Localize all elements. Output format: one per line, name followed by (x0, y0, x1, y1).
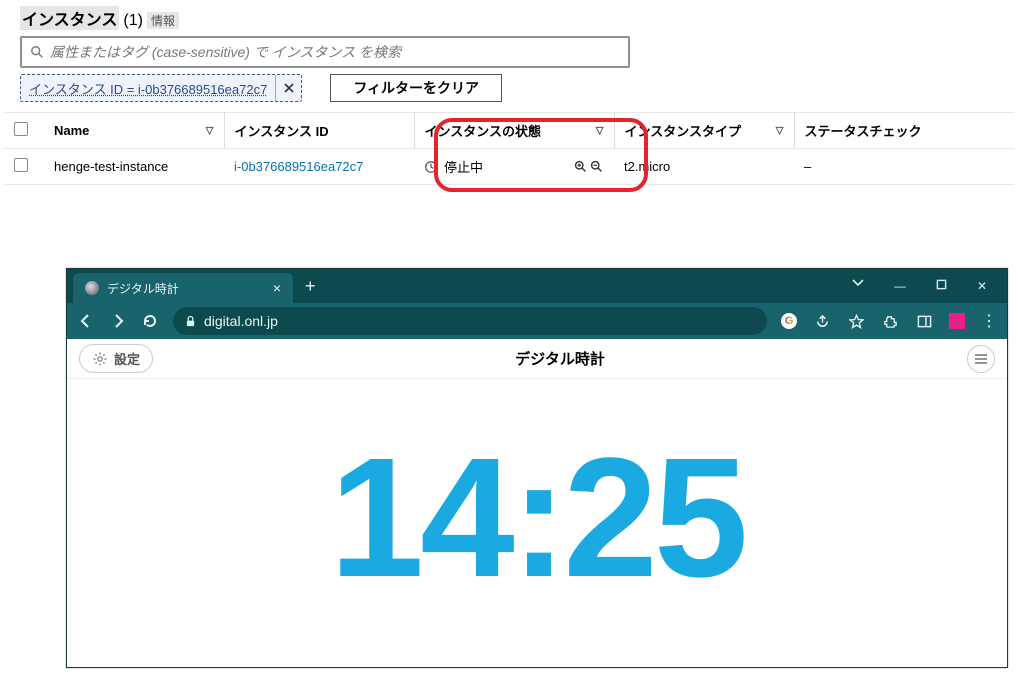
page-toolbar: 設定 デジタル時計 (67, 339, 1007, 379)
search-box[interactable] (20, 36, 630, 68)
col-instance-id[interactable]: インスタンス ID (235, 124, 329, 139)
address-bar: digital.onl.jp G ⋮ (67, 303, 1007, 339)
clock-display: 14:25 (67, 379, 1007, 657)
bookmark-star-icon[interactable] (847, 312, 865, 330)
maximize-button[interactable] (936, 279, 947, 293)
settings-button[interactable]: 設定 (79, 344, 153, 373)
menu-button[interactable]: ⋮ (981, 311, 997, 331)
instances-table: Name ▽ インスタンス ID インスタンスの状態 ▽ インスタンスタイプ ▽ ステ… (4, 112, 1014, 185)
search-input[interactable] (50, 44, 620, 60)
url-bar[interactable]: digital.onl.jp (173, 307, 767, 335)
lock-icon (185, 315, 196, 328)
new-tab-button[interactable]: + (293, 276, 328, 297)
tab-bar: デジタル時計 × + — ✕ (67, 269, 1007, 303)
hamburger-menu-button[interactable] (967, 345, 995, 373)
sort-caret-icon[interactable]: ▽ (596, 125, 604, 136)
extensions-icon[interactable] (881, 312, 899, 330)
aws-console-panel: インスタンス (1) 情報 インスタンス ID = i-0b376689516e… (0, 0, 1018, 185)
back-button[interactable] (77, 312, 95, 330)
filter-chip[interactable]: インスタンス ID = i-0b376689516ea72c7 (20, 74, 302, 102)
remove-filter-button[interactable] (275, 75, 301, 101)
clock-icon (424, 160, 438, 174)
row-checkbox[interactable] (14, 158, 28, 172)
sort-caret-icon[interactable]: ▽ (776, 125, 784, 136)
page-title: インスタンス (20, 6, 119, 30)
cell-type: t2.micro (614, 149, 794, 185)
url-text: digital.onl.jp (204, 313, 278, 329)
browser-tab[interactable]: デジタル時計 × (73, 273, 293, 303)
page-heading: デジタル時計 (153, 348, 967, 369)
settings-label: 設定 (114, 349, 140, 368)
col-name[interactable]: Name (54, 123, 89, 138)
sidepanel-icon[interactable] (915, 312, 933, 330)
google-icon[interactable]: G (781, 313, 797, 329)
sort-caret-icon[interactable]: ▽ (206, 125, 214, 136)
clock-time: 14:25 (330, 420, 745, 616)
favicon-icon (85, 281, 99, 295)
reload-button[interactable] (141, 312, 159, 330)
cell-state: 停止中 (444, 157, 483, 176)
filter-chip-text: インスタンス ID = i-0b376689516ea72c7 (21, 79, 275, 98)
table-row[interactable]: henge-test-instance i-0b376689516ea72c7 … (4, 149, 1014, 185)
instance-count: (1) (123, 12, 143, 30)
forward-button[interactable] (109, 312, 127, 330)
tab-title: デジタル時計 (107, 280, 179, 297)
instance-id-link[interactable]: i-0b376689516ea72c7 (234, 159, 363, 174)
col-type[interactable]: インスタンスタイプ (625, 124, 741, 139)
gear-icon (92, 351, 108, 367)
cell-name: henge-test-instance (44, 149, 224, 185)
profile-avatar[interactable] (949, 313, 965, 329)
tab-search-button[interactable] (852, 279, 864, 293)
cell-status-check: – (794, 149, 1014, 185)
browser-window: デジタル時計 × + — ✕ digital.onl.jp G ⋮ (66, 268, 1008, 668)
close-tab-button[interactable]: × (273, 280, 281, 296)
zoom-out-icon[interactable] (590, 160, 604, 174)
zoom-in-icon[interactable] (574, 160, 588, 174)
select-all-checkbox[interactable] (14, 122, 28, 136)
col-status-check[interactable]: ステータスチェック (805, 124, 922, 139)
minimize-button[interactable]: — (894, 279, 906, 293)
aws-header: インスタンス (1) 情報 (4, 0, 1014, 32)
info-badge[interactable]: 情報 (147, 12, 179, 29)
share-icon[interactable] (813, 312, 831, 330)
clear-filters-button[interactable]: フィルターをクリア (330, 74, 502, 102)
close-window-button[interactable]: ✕ (977, 279, 987, 293)
col-state[interactable]: インスタンスの状態 (425, 124, 541, 139)
search-icon (30, 45, 44, 59)
